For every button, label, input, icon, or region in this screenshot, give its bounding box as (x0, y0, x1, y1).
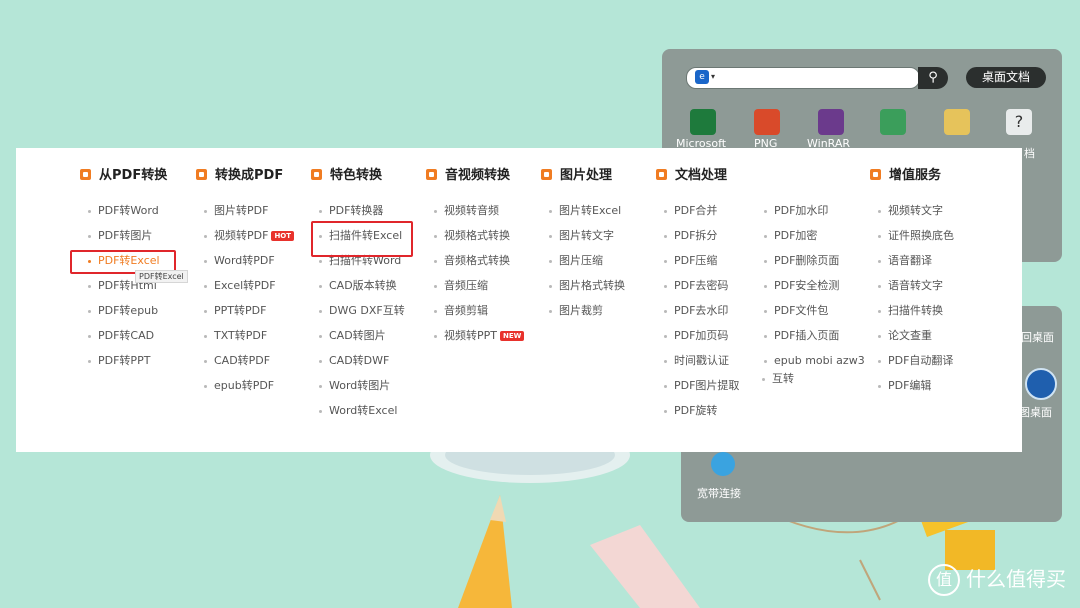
back-desktop-label: 回桌面 (1021, 331, 1054, 344)
menu-item[interactable]: PDF删除页面 (763, 254, 839, 268)
video-icon (426, 169, 437, 180)
menu-item[interactable]: 视频转PDF HOT (203, 229, 295, 243)
menu-item[interactable]: 扫描件转换 (878, 304, 943, 318)
menu-item[interactable]: PDF文件包 (763, 304, 828, 318)
list-icon (870, 169, 881, 180)
menu-item[interactable]: PDF去密码 (663, 279, 728, 293)
menu-item[interactable]: PPT转PDF (203, 304, 266, 318)
menu-item[interactable]: PDF加水印 (763, 204, 828, 218)
menu-item[interactable]: 图片裁剪 (549, 304, 603, 318)
menu-item[interactable]: DWG DXF互转 (319, 304, 405, 318)
menu-item[interactable]: Word转图片 (318, 379, 390, 393)
menu-item[interactable]: CAD版本转换 (319, 279, 397, 293)
picture-desktop-label: 图桌面 (1019, 406, 1052, 419)
brand-logo-icon: 值 (928, 564, 960, 596)
menu-item[interactable]: 视频转PPT NEW (433, 329, 525, 343)
browser-icon: e (695, 70, 709, 84)
desktop-docs-button[interactable]: 桌面文档 (966, 67, 1046, 88)
column-title: 转换成PDF (196, 168, 283, 184)
highlight-box (311, 221, 413, 257)
image-viewer-icon[interactable] (880, 109, 906, 135)
menu-item-continuation[interactable]: 互转 (762, 372, 794, 386)
menu-item[interactable]: PDF合并 (663, 204, 717, 218)
tutu-icon[interactable] (1025, 368, 1057, 400)
menu-item[interactable]: PDF转换器 (318, 204, 383, 218)
column-title: 增值服务 (870, 168, 941, 184)
menu-item[interactable]: CAD转DWF (318, 354, 389, 368)
menu-item[interactable]: PDF加页码 (663, 329, 728, 343)
menu-item[interactable]: 图片转Excel (548, 204, 621, 218)
menu-item[interactable]: 证件照换底色 (878, 229, 954, 243)
help-icon[interactable]: ? (1006, 109, 1032, 135)
broadband-icon[interactable] (711, 452, 735, 476)
chevron-down-icon: ▾ (711, 72, 716, 81)
menu-item[interactable]: 视频转音频 (434, 204, 499, 218)
image-icon (541, 169, 552, 180)
menu-item[interactable]: 音频压缩 (434, 279, 488, 293)
menu-item[interactable]: 图片转文字 (549, 229, 614, 243)
new-badge: NEW (500, 331, 525, 341)
menu-item[interactable]: PDF加密 (763, 229, 817, 243)
menu-item[interactable]: TXT转PDF (203, 329, 267, 343)
menu-item[interactable]: 语音翻译 (878, 254, 932, 268)
menu-item[interactable]: epub转PDF (203, 379, 274, 393)
document-icon (656, 169, 667, 180)
menu-item[interactable]: Word转PDF (204, 254, 275, 268)
png-icon[interactable] (754, 109, 780, 135)
column-title: 特色转换 (311, 168, 382, 184)
menu-item[interactable]: Excel转PDF (204, 279, 276, 293)
column-title: 文档处理 (656, 168, 727, 184)
menu-item[interactable]: 语音转文字 (878, 279, 943, 293)
menu-item[interactable]: PDF转Word (88, 204, 159, 218)
menu-item[interactable]: PDF安全检测 (763, 279, 839, 293)
folder-icon[interactable] (944, 109, 970, 135)
icon-label: 档 (1024, 147, 1035, 160)
menu-item[interactable]: PDF转PPT (87, 354, 150, 368)
broadband-label: 宽带连接 (697, 487, 741, 500)
menu-item[interactable]: PDF旋转 (663, 404, 717, 418)
convert-icon (196, 169, 207, 180)
menu-item[interactable]: PDF自动翻译 (877, 354, 953, 368)
menu-item[interactable]: PDF转图片 (87, 229, 152, 243)
shield-icon (311, 169, 322, 180)
tooltip: PDF转Excel (135, 270, 188, 283)
column-title: 从PDF转换 (80, 168, 167, 184)
menu-item[interactable]: CAD转PDF (203, 354, 270, 368)
menu-item[interactable]: 图片转PDF (203, 204, 268, 218)
widget-search-button[interactable]: ⚲ (918, 67, 948, 89)
column-title: 音视频转换 (426, 168, 510, 184)
menu-item[interactable]: PDF拆分 (663, 229, 717, 243)
convert-icon (80, 169, 91, 180)
menu-item[interactable]: 论文查重 (878, 329, 932, 343)
menu-item[interactable]: PDF转epub (87, 304, 158, 318)
menu-item[interactable]: PDF编辑 (877, 379, 931, 393)
widget-search-input[interactable]: e ▾ (686, 67, 920, 89)
menu-item[interactable]: PDF插入页面 (763, 329, 839, 343)
menu-item[interactable]: PDF图片提取 (663, 379, 739, 393)
hot-badge: HOT (271, 231, 295, 241)
menu-item[interactable]: 视频格式转换 (434, 229, 510, 243)
watermark: 值什么值得买 (928, 563, 1066, 596)
menu-item[interactable]: PDF压缩 (663, 254, 717, 268)
menu-item[interactable]: epub mobi azw3 (764, 354, 865, 368)
menu-item[interactable]: PDF去水印 (663, 304, 728, 318)
menu-item[interactable]: PDF转CAD (87, 329, 154, 343)
menu-item[interactable]: 图片压缩 (549, 254, 603, 268)
excel-icon[interactable] (690, 109, 716, 135)
winrar-icon[interactable] (818, 109, 844, 135)
menu-item[interactable]: 音频格式转换 (434, 254, 510, 268)
menu-item[interactable]: 音频剪辑 (434, 304, 488, 318)
menu-item[interactable]: 时间戳认证 (664, 354, 729, 368)
column-title: 图片处理 (541, 168, 612, 184)
menu-item[interactable]: 图片格式转换 (549, 279, 625, 293)
menu-item[interactable]: Word转Excel (318, 404, 397, 418)
menu-item[interactable]: 视频转文字 (878, 204, 943, 218)
conversion-menu-panel: 从PDF转换 PDF转Word PDF转图片 PDF转Excel PDF转Htm… (16, 148, 1022, 452)
menu-item[interactable]: CAD转图片 (319, 329, 386, 343)
